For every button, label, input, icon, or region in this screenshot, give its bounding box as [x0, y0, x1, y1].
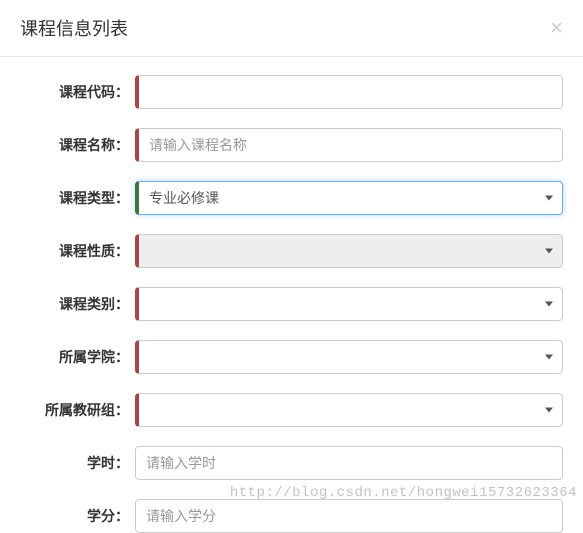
row-course-code: 课程代码： — [20, 75, 563, 109]
input-credits[interactable] — [135, 499, 563, 533]
row-college: 所属学院： — [20, 340, 563, 374]
wrap-teaching-group — [135, 393, 563, 427]
close-icon[interactable]: × — [550, 17, 563, 39]
label-course-code: 课程代码： — [20, 82, 135, 102]
wrap-college — [135, 340, 563, 374]
row-credit-hours: 学时： — [20, 446, 563, 480]
row-course-nature: 课程性质： — [20, 234, 563, 268]
input-credit-hours[interactable] — [135, 446, 563, 480]
label-course-name: 课程名称： — [20, 135, 135, 155]
row-teaching-group: 所属教研组： — [20, 393, 563, 427]
form-area: 课程代码： 课程名称： 课程类型： 专业必修课 课程性质： 课程类别： — [0, 57, 583, 533]
select-course-type[interactable]: 专业必修课 — [135, 181, 563, 215]
select-teaching-group[interactable] — [135, 393, 563, 427]
select-course-category[interactable] — [135, 287, 563, 321]
label-credits: 学分： — [20, 506, 135, 526]
wrap-course-code — [135, 75, 563, 109]
modal-title: 课程信息列表 — [20, 15, 128, 41]
input-course-code[interactable] — [135, 75, 563, 109]
input-course-name[interactable] — [135, 128, 563, 162]
row-course-category: 课程类别： — [20, 287, 563, 321]
label-course-nature: 课程性质： — [20, 241, 135, 261]
label-course-type: 课程类型： — [20, 188, 135, 208]
wrap-credits — [135, 499, 563, 533]
label-college: 所属学院： — [20, 347, 135, 367]
select-college[interactable] — [135, 340, 563, 374]
row-course-type: 课程类型： 专业必修课 — [20, 181, 563, 215]
wrap-course-type: 专业必修课 — [135, 181, 563, 215]
row-course-name: 课程名称： — [20, 128, 563, 162]
wrap-course-name — [135, 128, 563, 162]
wrap-course-category — [135, 287, 563, 321]
label-credit-hours: 学时： — [20, 453, 135, 473]
wrap-credit-hours — [135, 446, 563, 480]
row-credits: 学分： — [20, 499, 563, 533]
label-course-category: 课程类别： — [20, 294, 135, 314]
modal-header: 课程信息列表 × — [0, 0, 583, 57]
select-course-nature[interactable] — [135, 234, 563, 268]
label-teaching-group: 所属教研组： — [20, 400, 135, 420]
watermark-text: http://blog.csdn.net/hongwei15732623364 — [230, 485, 577, 501]
wrap-course-nature — [135, 234, 563, 268]
